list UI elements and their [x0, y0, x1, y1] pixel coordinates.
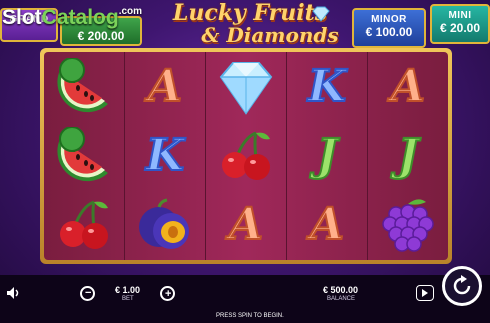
- letter-a-symbol: A: [390, 60, 426, 112]
- watermelon-icon: [44, 52, 124, 121]
- mini-jackpot-label: MINI: [448, 10, 472, 21]
- decrease-bet-button[interactable]: −: [80, 286, 95, 301]
- letter-j-symbol: J: [316, 129, 339, 181]
- status-text: PRESS SPIN TO BEGIN.: [216, 313, 284, 319]
- bet-label: BET: [122, 296, 134, 302]
- slotcatalog-watermark: SlotCatalog.com: [2, 6, 143, 29]
- mini-jackpot-value: € 20.00: [439, 21, 481, 35]
- game-logo: Lucky Fruits & Diamonds: [150, 2, 350, 46]
- reel-2: AK: [125, 52, 206, 260]
- autoplay-button[interactable]: [416, 285, 434, 301]
- reel-3: A: [206, 52, 287, 260]
- minor-jackpot: MINOR € 100.00: [352, 8, 426, 48]
- reel-grid: AKAKJAAJ: [44, 52, 448, 260]
- reel-1: [44, 52, 125, 260]
- letter-a-symbol: A: [147, 60, 183, 112]
- cherry-icon: [44, 191, 124, 260]
- balance-value: € 500.00: [323, 285, 359, 295]
- cherry-icon: [206, 121, 286, 190]
- spin-icon: [453, 275, 471, 295]
- reel-4: KJA: [287, 52, 368, 260]
- letter-a-symbol: A: [309, 199, 345, 251]
- mini-jackpot: MINI € 20.00: [430, 4, 490, 44]
- minor-jackpot-label: MINOR: [371, 14, 407, 25]
- bet-value: € 1.00: [115, 285, 141, 295]
- balance-label: BALANCE: [327, 296, 356, 302]
- reel-frame: AKAKJAAJ: [40, 48, 452, 264]
- letter-j-symbol: J: [397, 129, 420, 181]
- spin-button[interactable]: [442, 266, 482, 306]
- grapes-icon: [368, 191, 448, 260]
- letter-k-symbol: K: [307, 60, 347, 112]
- watermelon-icon: [44, 121, 124, 190]
- plum-icon: [125, 191, 205, 260]
- sound-icon[interactable]: [6, 286, 22, 300]
- minor-jackpot-value: € 100.00: [365, 25, 413, 39]
- increase-bet-button[interactable]: +: [160, 286, 175, 301]
- title-diamond-icon: [312, 6, 330, 22]
- diamond-icon: [206, 52, 286, 121]
- major-jackpot-value: € 200.00: [77, 29, 125, 43]
- reel-5: AJ: [368, 52, 448, 260]
- title-line2: & Diamonds: [201, 23, 339, 47]
- letter-a-symbol: A: [228, 199, 264, 251]
- autoplay-icon: [422, 289, 428, 297]
- letter-k-symbol: K: [145, 129, 185, 181]
